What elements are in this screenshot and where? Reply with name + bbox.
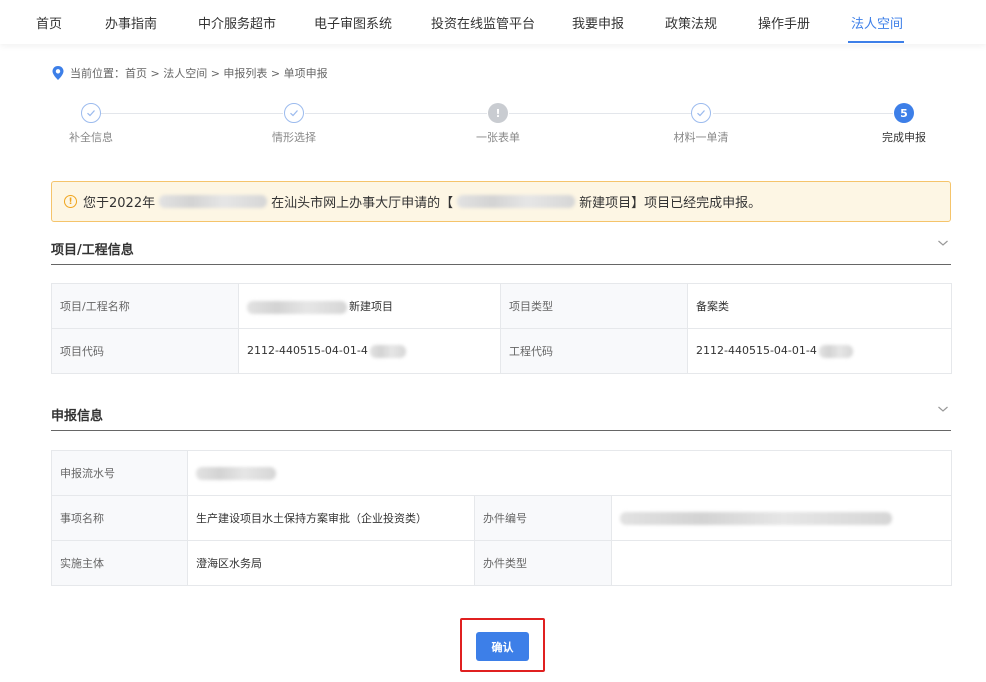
- case-type-value: [610, 540, 953, 586]
- project-code-label: 项目代码: [51, 328, 239, 374]
- project-code-text: 2112-440515-04-01-4: [247, 344, 368, 358]
- breadcrumb: 当前位置： 首页 > 法人空间 > 申报列表 > 单项申报: [51, 64, 328, 82]
- alert-text-2: 在汕头市网上办事大厅申请的【: [271, 196, 454, 211]
- section-title: 项目/工程信息: [51, 243, 134, 258]
- serial-no-value: [186, 450, 953, 496]
- engineering-code-value: 2112-440515-04-01-4: [687, 328, 952, 374]
- table-row: 项目/工程名称 新建项目 项目类型 备案类: [51, 283, 952, 329]
- step-3-warning-icon: !: [488, 103, 508, 123]
- step-5-number: 5: [894, 103, 914, 123]
- nav-item-manual[interactable]: 操作手册: [758, 0, 810, 44]
- success-alert: ! 您于2022年 在汕头市网上办事大厅申请的【 新建项目】项目已经完成申报。: [51, 181, 951, 222]
- step-label: 补全信息: [69, 131, 113, 144]
- step-connector: [713, 113, 893, 114]
- step-connector: [101, 113, 283, 114]
- nav-item-invest[interactable]: 投资在线监管平台: [431, 0, 535, 44]
- case-type-label: 办件类型: [474, 540, 612, 586]
- engineering-code-label: 工程代码: [500, 328, 688, 374]
- project-code-value: 2112-440515-04-01-4: [238, 328, 501, 374]
- location-pin-icon: [52, 66, 64, 80]
- table-row: 申报流水号: [51, 450, 953, 496]
- step-connector: [305, 113, 487, 114]
- info-icon: !: [64, 195, 77, 208]
- nav-item-home[interactable]: 首页: [36, 0, 62, 44]
- step-label: 材料一单清: [673, 131, 729, 144]
- project-type-value: 备案类: [687, 283, 952, 329]
- project-info-table: 项目/工程名称 新建项目 项目类型 备案类 项目代码 2112-440515-0…: [51, 283, 952, 374]
- case-no-value: [610, 495, 953, 541]
- subject-value: 澄海区水务局: [187, 540, 475, 586]
- chevron-down-icon[interactable]: [937, 403, 949, 415]
- step-label: 情形选择: [272, 131, 316, 144]
- confirm-highlight-box: 确认: [460, 618, 545, 672]
- table-row: 实施主体 澄海区水务局 办件类型: [51, 540, 953, 586]
- breadcrumb-path[interactable]: 首页 > 法人空间 > 申报列表 > 单项申报: [125, 65, 328, 81]
- top-nav: 首页 办事指南 中介服务超市 电子审图系统 投资在线监管平台 我要申报 政策法规…: [0, 0, 986, 44]
- breadcrumb-prefix: 当前位置：: [70, 67, 125, 80]
- item-name-value: 生产建设项目水土保持方案审批（企业投资类）: [187, 495, 475, 541]
- apply-info-table: 申报流水号 事项名称 生产建设项目水土保持方案审批（企业投资类） 办件编号 实施…: [51, 450, 953, 586]
- section-title: 申报信息: [51, 409, 104, 424]
- progress-steps: ! 5 补全信息 情形选择 一张表单 材料一单清 完成申报: [0, 100, 986, 150]
- project-type-label: 项目类型: [500, 283, 688, 329]
- nav-item-agency[interactable]: 中介服务超市: [198, 0, 276, 44]
- item-name-label: 事项名称: [51, 495, 188, 541]
- apply-section-header[interactable]: 申报信息: [51, 399, 951, 431]
- step-label: 一张表单: [476, 131, 520, 144]
- nav-item-legal-space[interactable]: 法人空间: [851, 0, 903, 44]
- nav-item-policy[interactable]: 政策法规: [665, 0, 717, 44]
- redacted-project-name: [457, 195, 576, 208]
- confirm-button[interactable]: 确认: [476, 632, 529, 661]
- project-section-header[interactable]: 项目/工程信息: [51, 233, 951, 265]
- engineering-code-text: 2112-440515-04-01-4: [696, 344, 817, 358]
- serial-no-label: 申报流水号: [51, 450, 188, 496]
- project-name-text: 新建项目: [349, 300, 393, 313]
- nav-item-declare[interactable]: 我要申报: [572, 0, 624, 44]
- subject-label: 实施主体: [51, 540, 188, 586]
- nav-item-guide[interactable]: 办事指南: [105, 0, 157, 44]
- alert-text-3: 新建项目】项目已经完成申报。: [579, 196, 762, 211]
- redacted-date: [159, 195, 268, 208]
- step-connector: [509, 113, 691, 114]
- project-name-label: 项目/工程名称: [51, 283, 239, 329]
- step-label: 完成申报: [882, 131, 926, 144]
- step-4-check-icon: [691, 103, 711, 123]
- project-name-value: 新建项目: [238, 283, 501, 329]
- nav-item-review[interactable]: 电子审图系统: [314, 0, 392, 44]
- step-2-check-icon: [284, 103, 304, 123]
- nav-active-underline: [848, 41, 904, 43]
- chevron-down-icon[interactable]: [937, 237, 949, 249]
- table-row: 事项名称 生产建设项目水土保持方案审批（企业投资类） 办件编号: [51, 495, 953, 541]
- alert-text-1: 您于2022年: [83, 196, 156, 211]
- case-no-label: 办件编号: [474, 495, 612, 541]
- table-row: 项目代码 2112-440515-04-01-4 工程代码 2112-44051…: [51, 328, 952, 374]
- step-1-check-icon: [81, 103, 101, 123]
